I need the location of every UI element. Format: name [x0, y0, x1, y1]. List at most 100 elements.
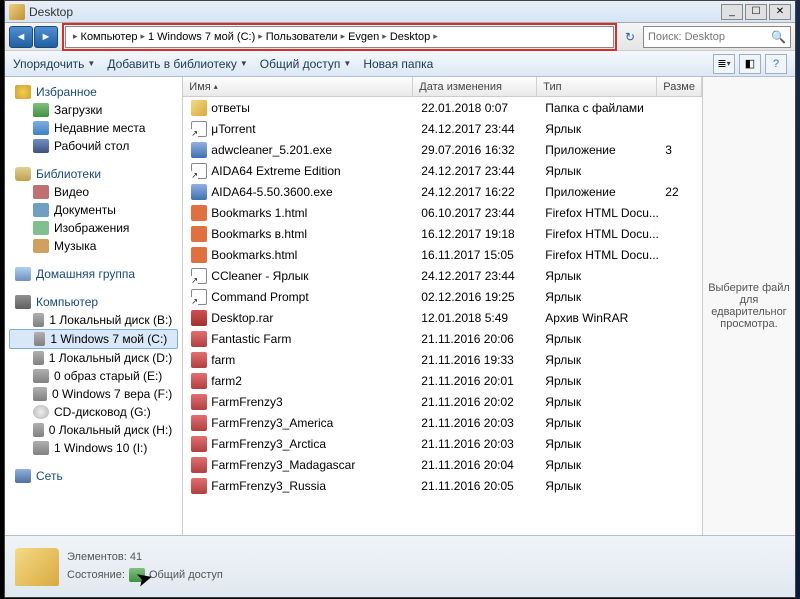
file-icon — [191, 373, 207, 389]
file-icon — [191, 436, 207, 452]
file-row[interactable]: Bookmarks 1.html06.10.2017 23:44Firefox … — [183, 202, 702, 223]
toolbar: Упорядочить▼ Добавить в библиотеку▼ Общи… — [5, 51, 795, 77]
sidebar-disk-item[interactable]: 1 Windows 7 мой (C:) — [9, 329, 178, 349]
file-row[interactable]: Fantastic Farm21.11.2016 20:06Ярлык — [183, 328, 702, 349]
sidebar-disk-item[interactable]: 0 Windows 7 вера (F:) — [5, 385, 182, 403]
file-row[interactable]: AIDA64-5.50.3600.exe24.12.2017 16:22Прил… — [183, 181, 702, 202]
sidebar-libraries[interactable]: Библиотеки — [5, 165, 182, 183]
preview-pane: Выберите файл для едварительног просмотр… — [703, 77, 795, 535]
file-icon — [191, 226, 207, 242]
file-row[interactable]: adwcleaner_5.201.exe29.07.2016 16:32Прил… — [183, 139, 702, 160]
breadcrumb-item[interactable]: Компьютер — [81, 31, 138, 43]
file-row[interactable]: FarmFrenzy3_Arctica21.11.2016 20:03Ярлык — [183, 433, 702, 454]
file-row[interactable]: farm21.11.2016 19:33Ярлык — [183, 349, 702, 370]
minimize-button[interactable]: _ — [721, 4, 743, 20]
pictures-icon — [33, 221, 49, 235]
file-row[interactable]: FarmFrenzy3_Russia21.11.2016 20:05Ярлык — [183, 475, 702, 496]
file-row[interactable]: ответы22.01.2018 0:07Папка с файлами — [183, 97, 702, 118]
maximize-button[interactable]: ☐ — [745, 4, 767, 20]
refresh-icon[interactable]: ↻ — [621, 28, 639, 46]
disk-icon — [34, 332, 45, 346]
file-area: Имя▴ Дата изменения Тип Разме ответы22.0… — [183, 77, 703, 535]
file-row[interactable]: μTorrent24.12.2017 23:44Ярлык — [183, 118, 702, 139]
file-icon — [191, 457, 207, 473]
organize-menu[interactable]: Упорядочить▼ — [13, 57, 95, 71]
close-button[interactable]: ✕ — [769, 4, 791, 20]
back-button[interactable]: ◄ — [9, 26, 33, 48]
sidebar-item-music[interactable]: Музыка — [5, 237, 182, 255]
sidebar-item-pictures[interactable]: Изображения — [5, 219, 182, 237]
disk-icon — [33, 405, 49, 419]
forward-button[interactable]: ► — [34, 26, 58, 48]
folder-icon — [9, 4, 25, 20]
file-row[interactable]: AIDA64 Extreme Edition24.12.2017 23:44Яр… — [183, 160, 702, 181]
sidebar-favorites[interactable]: Избранное — [5, 83, 182, 101]
file-row[interactable]: FarmFrenzy3_Madagascar21.11.2016 20:04Яр… — [183, 454, 702, 475]
file-row[interactable]: Bookmarks в.html16.12.2017 19:18Firefox … — [183, 223, 702, 244]
file-row[interactable]: FarmFrenzy321.11.2016 20:02Ярлык — [183, 391, 702, 412]
column-type[interactable]: Тип — [537, 77, 657, 96]
file-icon — [191, 268, 207, 284]
share-icon — [129, 568, 145, 582]
window-title: Desktop — [29, 5, 721, 19]
help-button[interactable]: ? — [765, 54, 787, 74]
file-icon — [191, 331, 207, 347]
homegroup-icon — [15, 267, 31, 281]
sidebar-disk-item[interactable]: CD-дисковод (G:) — [5, 403, 182, 421]
titlebar: Desktop _ ☐ ✕ — [5, 1, 795, 23]
add-library-menu[interactable]: Добавить в библиотеку▼ — [107, 57, 247, 71]
sidebar-item-downloads[interactable]: Загрузки — [5, 101, 182, 119]
file-row[interactable]: Command Prompt02.12.2016 19:25Ярлык — [183, 286, 702, 307]
sidebar-computer[interactable]: Компьютер — [5, 293, 182, 311]
column-size[interactable]: Разме — [657, 77, 702, 96]
file-icon — [191, 100, 207, 116]
disk-icon — [33, 387, 47, 401]
breadcrumb-item[interactable]: Evgen — [348, 31, 379, 43]
explorer-window: Desktop _ ☐ ✕ ◄ ► ▸ Компьютер▸ 1 Windows… — [4, 0, 796, 598]
search-icon[interactable]: 🔍 — [771, 30, 786, 44]
search-box[interactable]: 🔍 — [643, 26, 791, 48]
file-row[interactable]: FarmFrenzy3_America21.11.2016 20:03Ярлык — [183, 412, 702, 433]
search-input[interactable] — [648, 31, 771, 43]
star-icon — [15, 85, 31, 99]
desktop-icon — [33, 139, 49, 153]
breadcrumb[interactable]: ▸ Компьютер▸ 1 Windows 7 мой (C:)▸ Польз… — [65, 26, 614, 48]
sidebar-network[interactable]: Сеть — [5, 467, 182, 485]
file-row[interactable]: farm221.11.2016 20:01Ярлык — [183, 370, 702, 391]
sidebar-disk-item[interactable]: 0 Локальный диск (H:) — [5, 421, 182, 439]
sidebar-homegroup[interactable]: Домашняя группа — [5, 265, 182, 283]
navbar: ◄ ► ▸ Компьютер▸ 1 Windows 7 мой (C:)▸ П… — [5, 23, 795, 51]
breadcrumb-item[interactable]: 1 Windows 7 мой (C:) — [148, 31, 255, 43]
column-date[interactable]: Дата изменения — [413, 77, 537, 96]
sidebar-disk-item[interactable]: 1 Локальный диск (D:) — [5, 349, 182, 367]
new-folder-button[interactable]: Новая папка — [363, 57, 433, 71]
sidebar-item-desktop[interactable]: Рабочий стол — [5, 137, 182, 155]
column-name[interactable]: Имя▴ — [183, 77, 413, 96]
file-row[interactable]: CCleaner - Ярлык24.12.2017 23:44Ярлык — [183, 265, 702, 286]
file-row[interactable]: Bookmarks.html16.11.2017 15:05Firefox HT… — [183, 244, 702, 265]
breadcrumb-item[interactable]: Пользователи — [266, 31, 338, 43]
preview-text: Выберите файл для едварительног просмотр… — [707, 282, 791, 330]
network-icon — [15, 469, 31, 483]
share-menu[interactable]: Общий доступ▼ — [260, 57, 352, 71]
library-icon — [15, 167, 31, 181]
file-icon — [191, 478, 207, 494]
file-row[interactable]: Desktop.rar12.01.2018 5:49Архив WinRAR — [183, 307, 702, 328]
file-icon — [191, 247, 207, 263]
sidebar-item-video[interactable]: Видео — [5, 183, 182, 201]
view-mode-button[interactable]: ≣▾ — [713, 54, 735, 74]
sidebar: Избранное Загрузки Недавние места Рабочи… — [5, 77, 183, 535]
file-icon — [191, 142, 207, 158]
sidebar-disk-item[interactable]: 1 Windows 10 (I:) — [5, 439, 182, 457]
disk-icon — [33, 313, 44, 327]
disk-icon — [33, 369, 49, 383]
sidebar-disk-item[interactable]: 1 Локальный диск (B:) — [5, 311, 182, 329]
sidebar-item-documents[interactable]: Документы — [5, 201, 182, 219]
sidebar-disk-item[interactable]: 0 образ старый (E:) — [5, 367, 182, 385]
breadcrumb-item[interactable]: Desktop — [390, 31, 430, 43]
status-state: Состояние:Общий доступ — [67, 567, 223, 585]
sidebar-item-recent[interactable]: Недавние места — [5, 119, 182, 137]
preview-pane-button[interactable]: ◧ — [739, 54, 761, 74]
file-list[interactable]: ответы22.01.2018 0:07Папка с файламиμTor… — [183, 97, 702, 535]
breadcrumb-highlight: ▸ Компьютер▸ 1 Windows 7 мой (C:)▸ Польз… — [62, 23, 617, 51]
